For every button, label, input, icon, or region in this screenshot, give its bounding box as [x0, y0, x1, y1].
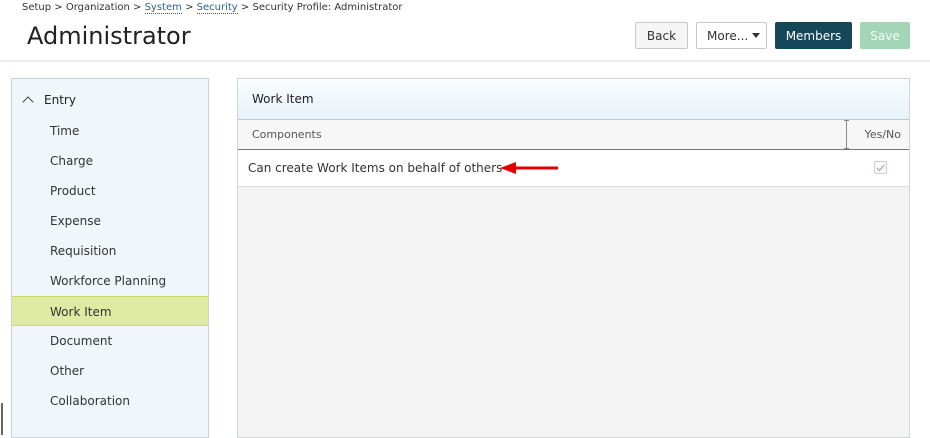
toolbar: Back More... Members Save	[635, 22, 910, 49]
sidebar-item-requisition[interactable]: Requisition	[12, 236, 208, 266]
caret-down-icon	[752, 33, 760, 38]
sidebar-item-work-item[interactable]: Work Item	[12, 296, 208, 326]
sidebar-item-collaboration[interactable]: Collaboration	[12, 386, 208, 416]
sidebar-section-label: Entry	[44, 93, 76, 107]
sidebar-item-workforce-planning[interactable]: Workforce Planning	[12, 266, 208, 296]
back-button[interactable]: Back	[635, 22, 688, 49]
sidebar-list: Time Charge Product Expense Requisition …	[12, 116, 208, 416]
header-divider	[0, 60, 930, 62]
sidebar-item-other[interactable]: Other	[12, 356, 208, 386]
breadcrumb-separator: >	[240, 2, 250, 13]
column-header-components[interactable]: Components	[252, 120, 322, 149]
left-edge-marker	[1, 403, 3, 435]
breadcrumb-current: Security Profile: Administrator	[252, 2, 403, 13]
sidebar: Entry Time Charge Product Expense Requis…	[11, 78, 209, 438]
breadcrumb-security[interactable]: Security	[196, 2, 238, 14]
sidebar-item-time[interactable]: Time	[12, 116, 208, 146]
breadcrumb-organization[interactable]: Organization	[66, 2, 130, 13]
check-icon	[876, 163, 885, 172]
sidebar-item-expense[interactable]: Expense	[12, 206, 208, 236]
table-header: Components Yes/No	[238, 120, 909, 150]
column-header-yes-no[interactable]: Yes/No	[865, 120, 901, 149]
sidebar-item-charge[interactable]: Charge	[12, 146, 208, 176]
more-button-label: More...	[707, 28, 749, 43]
breadcrumb: Setup > Organization > System > Security…	[22, 2, 403, 14]
breadcrumb-separator: >	[133, 2, 142, 13]
panel-title: Work Item	[238, 79, 909, 120]
breadcrumb-system[interactable]: System	[144, 2, 182, 14]
breadcrumb-setup[interactable]: Setup	[22, 2, 51, 13]
chevron-up-icon[interactable]	[22, 96, 34, 108]
page-title: Administrator	[27, 22, 191, 50]
yes-no-checkbox[interactable]	[874, 161, 887, 174]
more-dropdown-button[interactable]: More...	[696, 22, 767, 49]
table-row: Can create Work Items on behalf of other…	[238, 150, 909, 187]
row-label: Can create Work Items on behalf of other…	[248, 161, 503, 175]
sidebar-item-document[interactable]: Document	[12, 326, 208, 356]
work-item-panel: Work Item Components Yes/No Can create W…	[237, 78, 910, 438]
save-button[interactable]: Save	[860, 22, 910, 49]
breadcrumb-separator: >	[185, 2, 194, 13]
breadcrumb-separator: >	[54, 2, 63, 13]
members-button[interactable]: Members	[775, 22, 852, 49]
sidebar-section-entry[interactable]: Entry	[22, 93, 76, 108]
arrow-left-icon	[500, 162, 558, 174]
sidebar-item-product[interactable]: Product	[12, 176, 208, 206]
column-resize-handle[interactable]	[844, 120, 849, 149]
